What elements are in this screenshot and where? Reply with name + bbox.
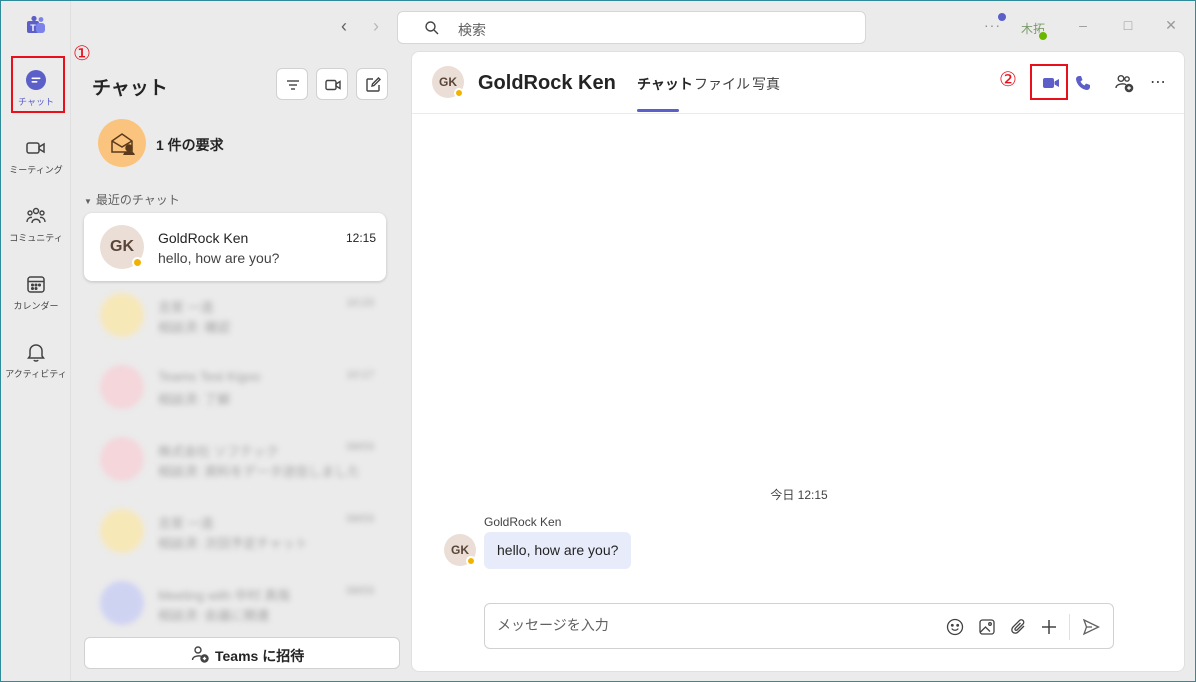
chat-item-name: 吉家 一造 (158, 300, 214, 315)
search-box[interactable]: 検索 (397, 11, 866, 44)
search-placeholder: 検索 (458, 22, 486, 38)
title-bar: ‹ › 検索 ··· 木拓 – □ ✕ (1, 1, 1195, 51)
composer-divider (1069, 614, 1070, 640)
chat-item-preview: 相談済: 会議に関連 (158, 608, 270, 623)
minimize-icon[interactable]: – (1073, 15, 1093, 35)
video-camera-icon (325, 79, 341, 91)
more-options-icon[interactable]: ⋯ (1150, 72, 1172, 94)
request-label: 1 件の要求 (156, 137, 224, 153)
avatar (100, 509, 144, 553)
chat-list-pane: チャット 1 件の要求 ▼ 最近のチャット GK GoldRock Ken 12… (72, 51, 402, 681)
meet-now-button[interactable] (316, 68, 348, 100)
active-tab-indicator (637, 109, 679, 112)
chat-item-time: 06/03 (346, 585, 374, 597)
rail-item-activity[interactable]: アクティビティ (1, 333, 71, 395)
phone-call-icon[interactable] (1072, 72, 1094, 94)
chat-list-title: チャット (92, 78, 168, 99)
close-icon[interactable]: ✕ (1161, 15, 1181, 35)
annotation-marker-2: ② (999, 67, 1017, 91)
recent-chats-header[interactable]: ▼ 最近のチャット (84, 191, 180, 208)
bell-icon (27, 344, 45, 362)
notification-dot (998, 13, 1006, 21)
chat-item-preview: 相談済: 次回予定チャット (158, 536, 309, 551)
tab-files[interactable]: ファイル (694, 74, 750, 94)
status-away-icon (132, 257, 143, 268)
person-add-icon (191, 646, 209, 663)
chat-header: GK GoldRock Ken チャット ファイル 写真 ⋯ (412, 52, 1184, 114)
avatar (100, 437, 144, 481)
emoji-icon[interactable] (945, 617, 965, 637)
rail-item-label: ミーティング (9, 165, 63, 175)
avatar (100, 293, 144, 337)
user-status-available-icon (1038, 31, 1048, 41)
chat-list-item[interactable]: 株式会社 ソフテック 06/03 相談済: 資料をデータ送信しました (84, 431, 386, 491)
chat-list-item-active[interactable]: GK GoldRock Ken 12:15 hello, how are you… (84, 213, 386, 281)
app-rail: T チャット ミーティング コミュニティ カレンダー アクティビティ (1, 1, 71, 681)
invite-to-teams-button[interactable]: Teams に招待 (84, 637, 400, 669)
chat-item-time: 06/03 (346, 441, 374, 453)
rail-item-label: カレンダー (13, 301, 59, 311)
compose-icon (366, 77, 381, 92)
chat-list-item[interactable]: Meeting with 中村 真哉 06/03 相談済: 会議に関連 (84, 575, 386, 635)
maximize-icon[interactable]: □ (1118, 15, 1138, 35)
status-away-icon (466, 556, 476, 566)
chat-header-name: GoldRock Ken (478, 72, 616, 94)
chat-item-time: 10:17 (346, 369, 374, 381)
plus-icon[interactable] (1039, 617, 1059, 637)
add-people-icon[interactable] (1113, 72, 1135, 94)
highlight-box-1 (11, 56, 65, 113)
chat-list-item[interactable]: 吉家 一造 06/03 相談済: 次回予定チャット (84, 503, 386, 563)
tab-chat[interactable]: チャット (637, 74, 693, 94)
chat-item-preview: 相談済: 了解 (158, 392, 231, 407)
caret-down-icon: ▼ (84, 197, 92, 206)
message-input[interactable] (497, 617, 927, 633)
chat-item-time: 12:15 (345, 231, 376, 245)
request-avatar (98, 119, 146, 167)
chat-list-item[interactable]: Teams Test Kigoo 10:17 相談済: 了解 (84, 359, 386, 419)
attach-icon[interactable] (1009, 617, 1029, 637)
send-icon[interactable] (1081, 617, 1101, 637)
recent-chats-label: 最近のチャット (95, 193, 180, 207)
chat-list-item[interactable]: 吉家 一造 10:23 相談済: 確認 (84, 287, 386, 347)
rail-item-label: コミュニティ (9, 233, 63, 243)
chat-item-preview: 相談済: 資料をデータ送信しました (158, 464, 361, 479)
invite-label: Teams に招待 (215, 648, 305, 664)
chat-item-name: Teams Test Kigoo (158, 369, 261, 384)
search-icon (425, 21, 439, 35)
rail-item-community[interactable]: コミュニティ (1, 197, 71, 259)
rail-item-meetings[interactable]: ミーティング (1, 129, 71, 191)
highlight-box-2 (1030, 64, 1068, 100)
message-bubble[interactable]: hello, how are you? (484, 532, 632, 569)
date-separator: 今日 12:15 (770, 488, 828, 502)
people-community-icon (26, 207, 46, 224)
video-camera-icon (26, 142, 45, 154)
chat-item-preview: hello, how are you? (158, 250, 280, 266)
calendar-icon (27, 276, 45, 293)
chat-main-pane: GK GoldRock Ken チャット ファイル 写真 ⋯ 今日 12:15 … (411, 51, 1185, 672)
tab-photos[interactable]: 写真 (752, 74, 780, 94)
message-composer (484, 603, 1114, 649)
chat-item-name: 吉家 一造 (158, 516, 214, 531)
avatar (100, 581, 144, 625)
back-arrow-icon[interactable]: ‹ (333, 15, 355, 37)
new-chat-button[interactable] (356, 68, 388, 100)
forward-arrow-icon[interactable]: › (365, 15, 387, 37)
envelope-person-icon (111, 133, 135, 156)
rail-item-calendar[interactable]: カレンダー (1, 265, 71, 327)
avatar (100, 365, 144, 409)
chat-item-time: 06/03 (346, 513, 374, 525)
teams-window: T チャット ミーティング コミュニティ カレンダー アクティビティ ① ‹ ›… (1, 1, 1195, 681)
chat-item-time: 10:23 (346, 297, 374, 309)
chat-item-name: 株式会社 ソフテック (158, 444, 279, 459)
image-icon[interactable] (977, 617, 997, 637)
filter-button[interactable] (276, 68, 308, 100)
rail-item-label: アクティビティ (5, 369, 67, 379)
filter-icon (287, 80, 299, 90)
message-sender: GoldRock Ken (484, 515, 562, 529)
chat-requests-row[interactable]: 1 件の要求 (98, 119, 378, 169)
chat-item-name: GoldRock Ken (158, 230, 249, 246)
status-away-icon (454, 88, 464, 98)
chat-item-name: Meeting with 中村 真哉 (158, 588, 291, 603)
chat-item-preview: 相談済: 確認 (158, 320, 231, 335)
